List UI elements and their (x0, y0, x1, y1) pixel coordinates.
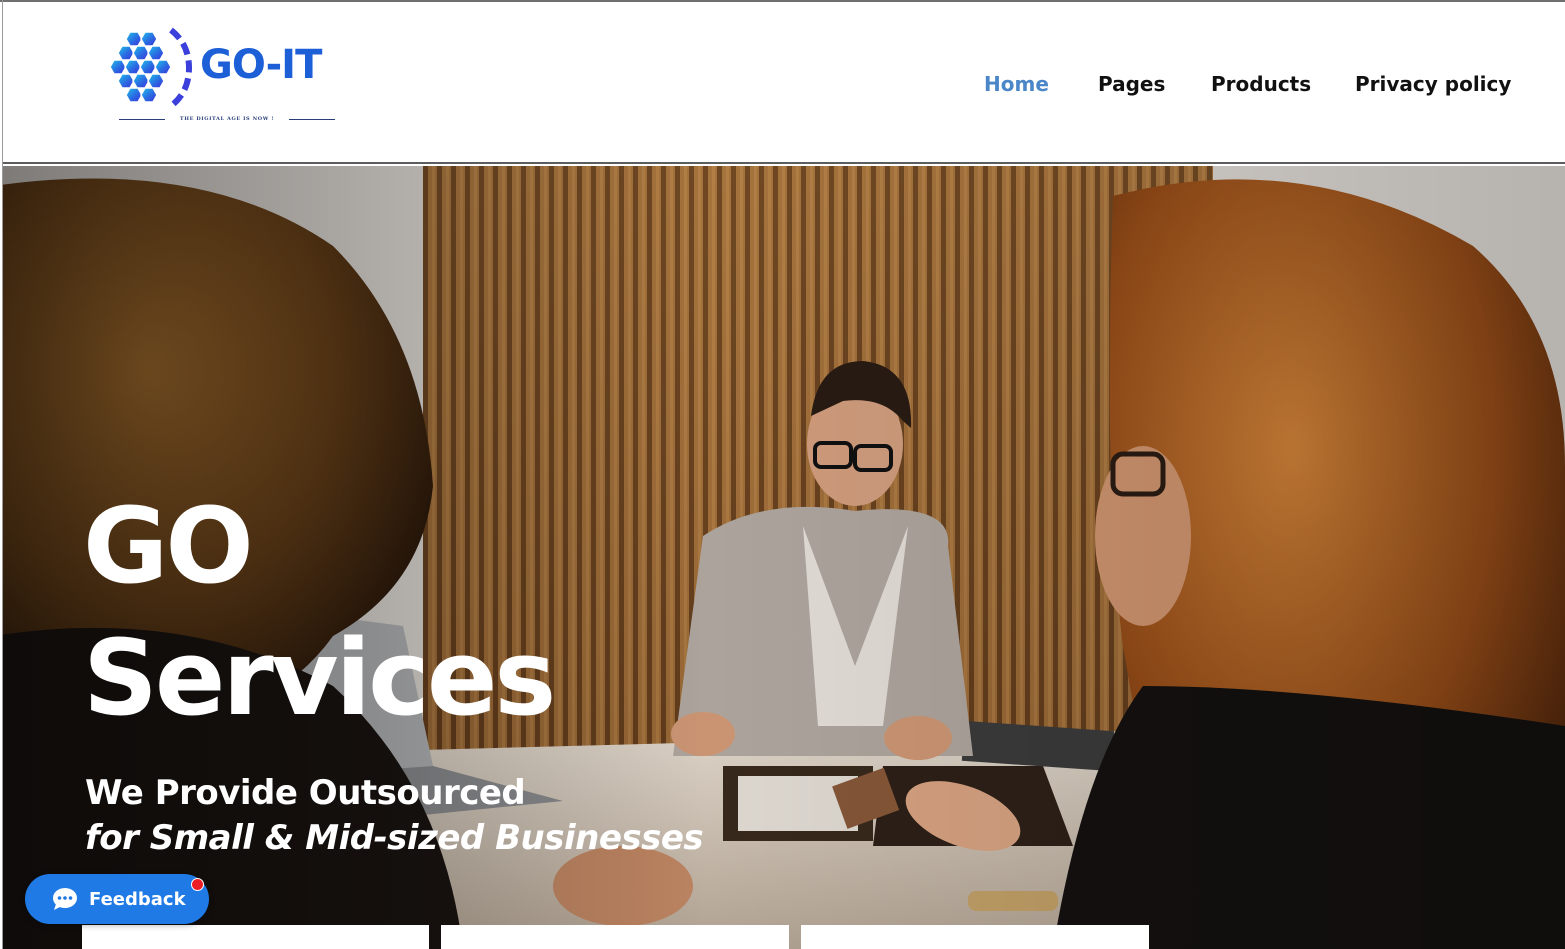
logo-hexagon-globe-icon (109, 27, 193, 109)
hero-title-line-1: GO (83, 485, 254, 607)
nav-item-privacy-policy[interactable]: Privacy policy (1355, 72, 1511, 96)
notification-badge (191, 878, 204, 891)
window-left-border (2, 0, 3, 949)
site-logo[interactable]: GO-IT THE DIGITAL AGE IS NOW ! (105, 24, 337, 130)
site-header: GO-IT THE DIGITAL AGE IS NOW ! Home Page… (3, 2, 1565, 164)
hero-title-line-2: Services (83, 617, 556, 739)
hero-section: GO Services We Provide Outsourced for Sm… (3, 166, 1565, 949)
service-card-1[interactable] (82, 925, 429, 949)
hero-subtitle-line-1: We Provide Outsourced (85, 773, 526, 813)
feedback-button[interactable]: Feedback (25, 874, 209, 924)
hero-subtitle-line-2: for Small & Mid-sized Businesses (85, 818, 704, 858)
nav-item-pages[interactable]: Pages (1098, 72, 1165, 96)
logo-tagline: THE DIGITAL AGE IS NOW ! (119, 116, 335, 122)
feedback-label: Feedback (89, 888, 186, 910)
nav-item-products[interactable]: Products (1211, 72, 1311, 96)
service-card-2[interactable] (441, 925, 789, 949)
service-card-3[interactable] (801, 925, 1149, 949)
chat-bubble-icon (53, 888, 77, 910)
logo-wordmark: GO-IT (200, 42, 322, 88)
nav-item-home[interactable]: Home (984, 72, 1049, 96)
